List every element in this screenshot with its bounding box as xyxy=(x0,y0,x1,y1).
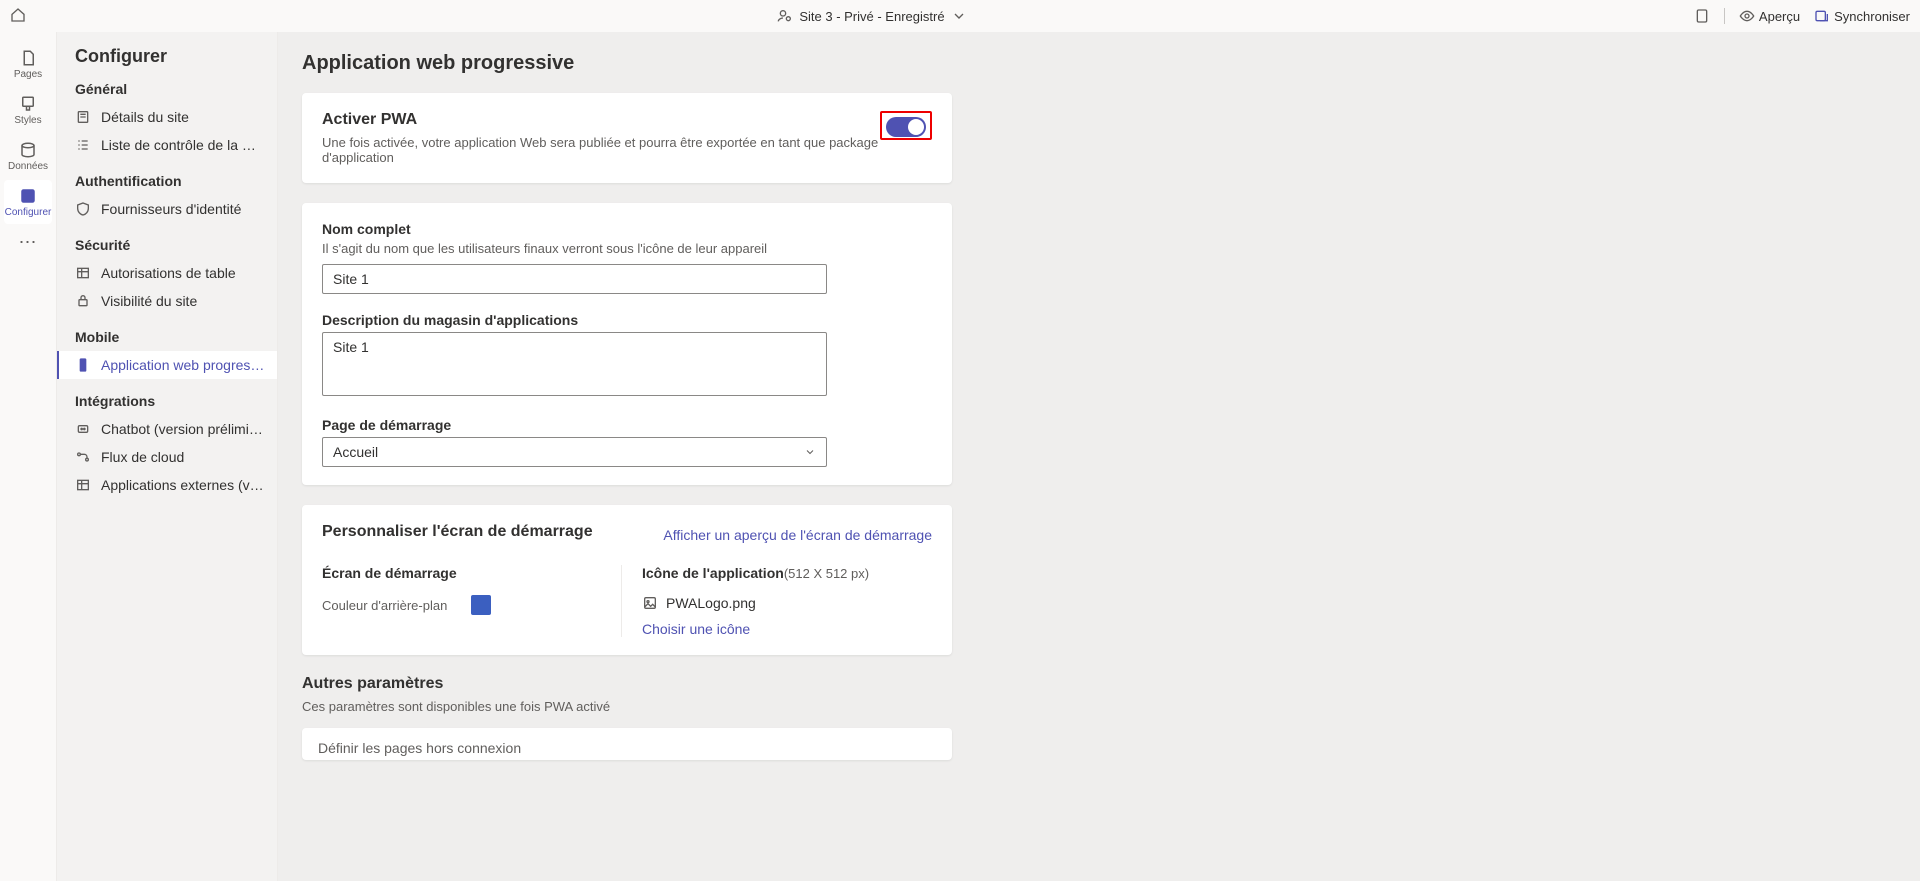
store-desc-label: Description du magasin d'applications xyxy=(322,312,932,328)
offline-pages-card: Définir les pages hors connexion xyxy=(302,728,952,760)
chevron-down-icon xyxy=(804,446,816,458)
start-page-value: Accueil xyxy=(333,444,378,460)
choose-icon-link[interactable]: Choisir une icône xyxy=(642,621,750,637)
site-picker[interactable]: Site 3 - Privé - Enregistré xyxy=(50,8,1694,24)
highlight-annotation xyxy=(880,111,932,140)
name-desc: Il s'agit du nom que les utilisateurs fi… xyxy=(322,241,932,256)
sidebar-item-external-apps[interactable]: Applications externes (version prél... xyxy=(57,471,277,499)
rail-nav: Pages Styles Données Configurer ⋯ xyxy=(0,32,56,881)
bg-color-label: Couleur d'arrière-plan xyxy=(322,598,447,613)
rail-pages[interactable]: Pages xyxy=(4,42,52,86)
start-page-select[interactable]: Accueil xyxy=(322,437,827,467)
sidebar-item-go-live-checklist[interactable]: Liste de contrôle de la mise en ser... xyxy=(57,131,277,159)
preview-button[interactable]: Aperçu xyxy=(1739,8,1800,24)
page-title: Application web progressive xyxy=(302,52,1896,75)
sidebar-item-pwa[interactable]: Application web progressive xyxy=(57,351,277,379)
app-icon-title: Icône de l'application(512 X 512 px) xyxy=(642,565,932,581)
sidebar-item-chatbot[interactable]: Chatbot (version préliminaire) xyxy=(57,415,277,443)
splash-title: Personnaliser l'écran de démarrage xyxy=(322,523,593,541)
offline-label: Définir les pages hors connexion xyxy=(318,740,521,756)
sidebar-item-site-details[interactable]: Détails du site xyxy=(57,103,277,131)
sidebar-item-identity-providers[interactable]: Fournisseurs d'identité xyxy=(57,195,277,223)
group-integrations: Intégrations xyxy=(75,393,277,409)
home-icon[interactable] xyxy=(10,7,26,26)
group-auth: Authentification xyxy=(75,173,277,189)
activate-pwa-desc: Une fois activée, votre application Web … xyxy=(322,135,880,165)
pwa-form-card: Nom complet Il s'agit du nom que les uti… xyxy=(302,203,952,485)
group-mobile: Mobile xyxy=(75,329,277,345)
site-label: Site 3 - Privé - Enregistré xyxy=(799,9,944,24)
splash-preview-link[interactable]: Afficher un aperçu de l'écran de démarra… xyxy=(663,527,932,543)
other-settings-section: Autres paramètres Ces paramètres sont di… xyxy=(302,675,952,760)
rail-styles[interactable]: Styles xyxy=(4,88,52,132)
group-security: Sécurité xyxy=(75,237,277,253)
top-bar: Site 3 - Privé - Enregistré Aperçu Synch… xyxy=(0,0,1920,32)
sidebar-item-site-visibility[interactable]: Visibilité du site xyxy=(57,287,277,315)
rail-data[interactable]: Données xyxy=(4,134,52,178)
chevron-down-icon xyxy=(951,8,967,24)
sync-button[interactable]: Synchroniser xyxy=(1814,8,1910,24)
sidebar-item-cloud-flows[interactable]: Flux de cloud xyxy=(57,443,277,471)
other-desc: Ces paramètres sont disponibles une fois… xyxy=(302,699,952,714)
activate-pwa-toggle[interactable] xyxy=(886,117,926,137)
rail-configure[interactable]: Configurer xyxy=(4,180,52,224)
splash-screen-title: Écran de démarrage xyxy=(322,565,601,581)
name-label: Nom complet xyxy=(322,221,932,237)
sidebar-title: Configurer xyxy=(75,46,277,67)
start-page-label: Page de démarrage xyxy=(322,417,932,433)
image-icon xyxy=(642,595,658,611)
sidebar: Configurer Général Détails du site Liste… xyxy=(56,32,278,881)
group-general: Général xyxy=(75,81,277,97)
toggle-knob xyxy=(908,119,924,135)
name-input[interactable] xyxy=(322,264,827,294)
other-title: Autres paramètres xyxy=(302,675,952,693)
rail-more[interactable]: ⋯ xyxy=(19,232,38,253)
separator xyxy=(1724,8,1725,24)
zoom-fit-button[interactable] xyxy=(1694,8,1710,24)
splash-card: Personnaliser l'écran de démarrage Affic… xyxy=(302,505,952,655)
bg-color-swatch[interactable] xyxy=(471,595,491,615)
main-content: Application web progressive Activer PWA … xyxy=(278,32,1920,881)
icon-filename: PWALogo.png xyxy=(666,595,756,611)
activate-pwa-card: Activer PWA Une fois activée, votre appl… xyxy=(302,93,952,183)
store-desc-input[interactable] xyxy=(322,332,827,396)
sidebar-item-table-permissions[interactable]: Autorisations de table xyxy=(57,259,277,287)
activate-pwa-title: Activer PWA xyxy=(322,111,880,129)
